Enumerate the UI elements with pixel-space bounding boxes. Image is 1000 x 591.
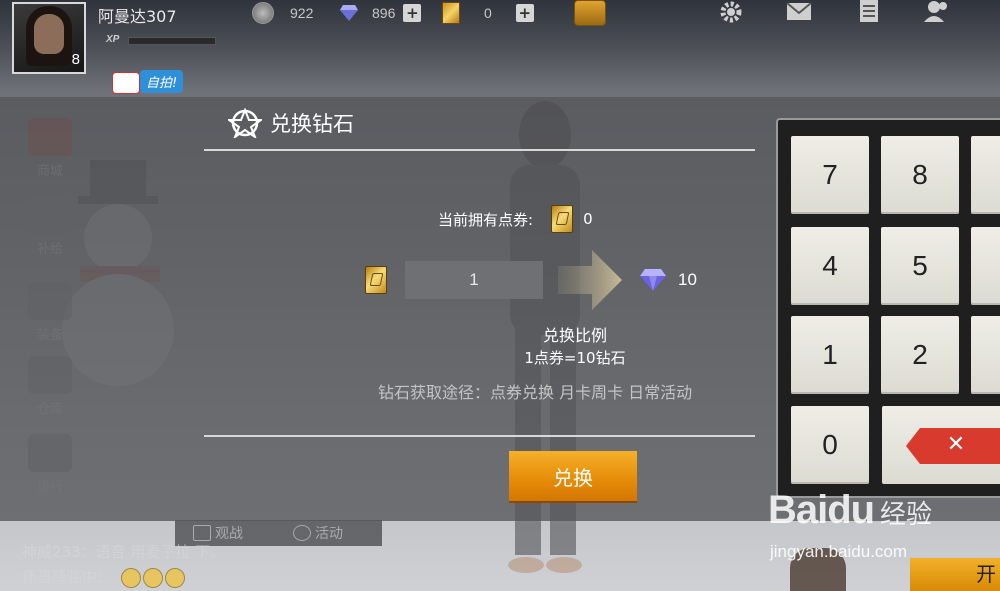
diamond-value: 896: [372, 5, 396, 21]
ticket-value: 0: [484, 5, 492, 21]
owned-label: 当前拥有点券:: [438, 210, 534, 229]
settings-gear-icon[interactable]: [718, 0, 744, 24]
key-8[interactable]: 8: [881, 136, 959, 214]
key-7[interactable]: 7: [791, 136, 869, 214]
owned-value: 0: [583, 210, 593, 228]
mail-icon[interactable]: [786, 0, 812, 24]
ticket-icon: [442, 2, 460, 24]
key-6[interactable]: [971, 227, 1000, 305]
key-3[interactable]: [971, 316, 1000, 394]
key-0[interactable]: 0: [791, 406, 869, 484]
diamond-sources-text: 钻石获取途径：点券兑换 月卡周卡 日常活动: [378, 383, 693, 402]
exchange-row: 1 10: [360, 250, 720, 310]
arrow-right-icon: [558, 250, 622, 310]
chat-line: 伟哥降临中：: [22, 566, 185, 588]
tab-spectate[interactable]: 观战: [193, 523, 243, 543]
numeric-keypad: 7 8 4 5 1 2 0 ✕: [776, 118, 1000, 498]
selfie-label: 自拍!: [140, 70, 184, 93]
coin-value: 922: [290, 5, 314, 21]
chat-line: 神威233：语音 用麦子拉 下。: [22, 543, 226, 561]
bottom-divider: [204, 435, 755, 437]
player-level: 8: [71, 51, 80, 68]
key-4[interactable]: 4: [791, 227, 869, 305]
notes-icon[interactable]: [856, 0, 882, 24]
xp-bar: [128, 37, 216, 45]
game-emblem-icon: [228, 108, 262, 138]
diamond-icon: [640, 269, 666, 291]
dialog-title-text: 兑换钻石: [270, 112, 354, 136]
camera-icon: [112, 72, 140, 94]
delete-x-icon: ✕: [946, 431, 966, 457]
coin-icon: [252, 2, 274, 24]
treasure-chest-icon[interactable]: [574, 0, 606, 26]
diamond-icon: [340, 5, 358, 21]
dialog-title: 兑换钻石: [228, 108, 354, 138]
add-diamond-button[interactable]: +: [403, 4, 422, 22]
add-ticket-button[interactable]: +: [515, 4, 534, 22]
play-icon: [193, 525, 211, 541]
smiley-emoticons: [120, 567, 185, 588]
exchange-button[interactable]: 兑换: [509, 451, 637, 501]
player-name: 阿曼达307: [98, 7, 177, 26]
player-avatar[interactable]: 8: [12, 2, 86, 74]
key-9[interactable]: [971, 136, 1000, 214]
xp-label: XP: [106, 34, 120, 45]
key-5[interactable]: 5: [881, 227, 959, 305]
top-divider: [204, 149, 755, 151]
key-1[interactable]: 1: [791, 316, 869, 394]
diamond-counter: 896 +: [340, 2, 422, 24]
delete-key[interactable]: ✕: [882, 406, 1000, 484]
ticket-amount-input[interactable]: 1: [405, 261, 543, 299]
ticket-icon: [365, 266, 387, 294]
key-2[interactable]: 2: [881, 316, 959, 394]
tab-events[interactable]: 活动: [293, 523, 343, 543]
ticket-icon: [551, 205, 574, 233]
baidu-watermark: Baidu 经验 jingyan.baidu.com: [768, 488, 933, 561]
star-icon: [293, 525, 311, 541]
selfie-button[interactable]: 自拍!: [112, 70, 192, 94]
diamond-output-value: 10: [678, 270, 697, 289]
coin-counter: 922: [252, 2, 313, 24]
owned-tickets-row: 当前拥有点券: 0: [438, 205, 593, 233]
friends-icon[interactable]: [924, 0, 950, 24]
ticket-counter: 0 +: [442, 2, 534, 24]
